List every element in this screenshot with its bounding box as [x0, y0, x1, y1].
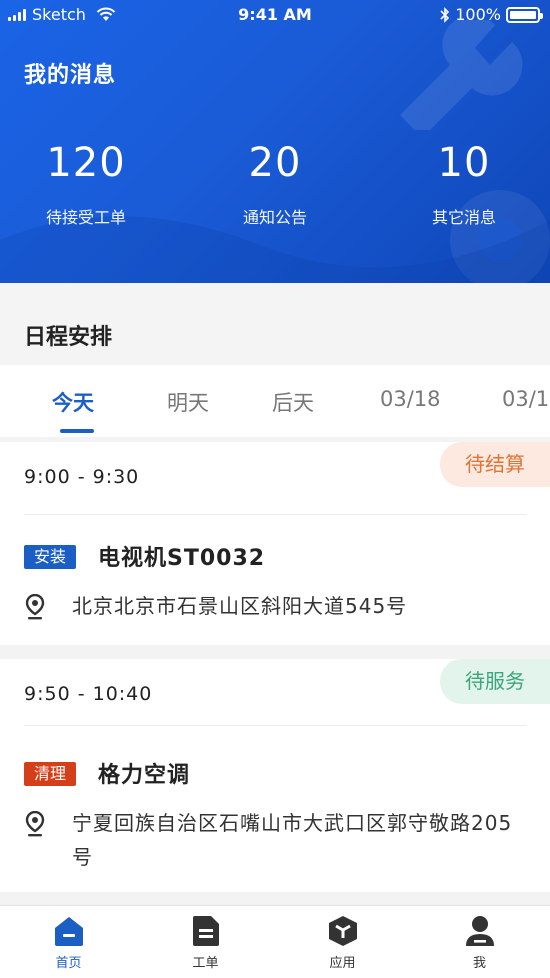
card-divider: [24, 514, 526, 515]
stat-pending-orders[interactable]: 120 待接受工单: [0, 140, 178, 228]
bluetooth-icon: [440, 6, 450, 23]
nav-label: 应用: [329, 956, 356, 971]
stat-value: 120: [46, 140, 126, 186]
status-badge: 待服务: [440, 659, 550, 704]
nav-label: 工单: [192, 956, 219, 971]
tab-date-0319[interactable]: 03/19: [502, 387, 550, 411]
battery-percent: 100%: [455, 5, 501, 24]
status-badge: 待结算: [440, 442, 550, 487]
tab-today[interactable]: 今天: [52, 387, 94, 417]
home-icon: [54, 917, 83, 946]
service-address: 北京北京市石景山区斜阳大道545号: [72, 594, 408, 618]
nav-orders[interactable]: 工单: [137, 914, 274, 971]
order-card[interactable]: 9:50 - 10:40 待服务 清理 格力空调 宁夏回族自治区石嘴山市大武口区…: [0, 659, 550, 892]
active-tab-indicator: [60, 429, 94, 433]
order-time: 9:00 - 9:30: [24, 466, 140, 488]
user-icon: [465, 916, 494, 946]
product-name: 电视机ST0032: [98, 546, 266, 571]
date-tabs: 今天 明天 后天 03/18 03/19: [0, 365, 550, 437]
messages-header: Sketch 9:41 AM 100% 我的消息 120 待接受工单 20 通知…: [0, 0, 550, 283]
service-type-tag: 安装: [24, 545, 77, 569]
tab-tomorrow[interactable]: 明天: [167, 387, 209, 417]
document-icon: [192, 916, 219, 946]
nav-me[interactable]: 我: [411, 914, 548, 971]
product-name: 格力空调: [98, 763, 191, 788]
stat-value: 20: [248, 140, 302, 186]
schedule-title: 日程安排: [0, 283, 550, 365]
stat-label: 通知公告: [242, 208, 307, 227]
nav-label: 首页: [55, 956, 82, 971]
tab-date-0318[interactable]: 03/18: [380, 387, 441, 411]
stat-label: 其它消息: [431, 208, 496, 227]
service-type-tag: 清理: [24, 762, 77, 786]
nav-label: 我: [472, 956, 486, 971]
status-bar: Sketch 9:41 AM 100%: [0, 0, 550, 32]
location-pin-icon: [25, 594, 45, 620]
stat-label: 待接受工单: [45, 208, 126, 227]
stat-value: 10: [437, 140, 491, 186]
page-title: 我的消息: [24, 63, 117, 88]
stat-notices[interactable]: 20 通知公告: [183, 140, 367, 228]
tab-day-after[interactable]: 后天: [272, 387, 314, 417]
order-time: 9:50 - 10:40: [24, 683, 153, 705]
card-divider: [24, 725, 526, 726]
battery-icon: [506, 6, 543, 23]
wrench-decoration-icon: [400, 20, 523, 130]
nav-apps[interactable]: 应用: [274, 914, 411, 971]
location-pin-icon: [25, 811, 45, 837]
order-card[interactable]: 9:00 - 9:30 待结算 安装 电视机ST0032 北京北京市石景山区斜阳…: [0, 442, 550, 645]
stat-other-messages[interactable]: 10 其它消息: [372, 140, 550, 228]
service-address: 宁夏回族自治区石嘴山市大武口区郭守敬路205号: [72, 811, 513, 869]
cube-icon: [328, 916, 357, 946]
nav-home[interactable]: 首页: [0, 914, 137, 971]
bottom-tab-bar: 首页 工单 应用 我: [0, 905, 550, 978]
